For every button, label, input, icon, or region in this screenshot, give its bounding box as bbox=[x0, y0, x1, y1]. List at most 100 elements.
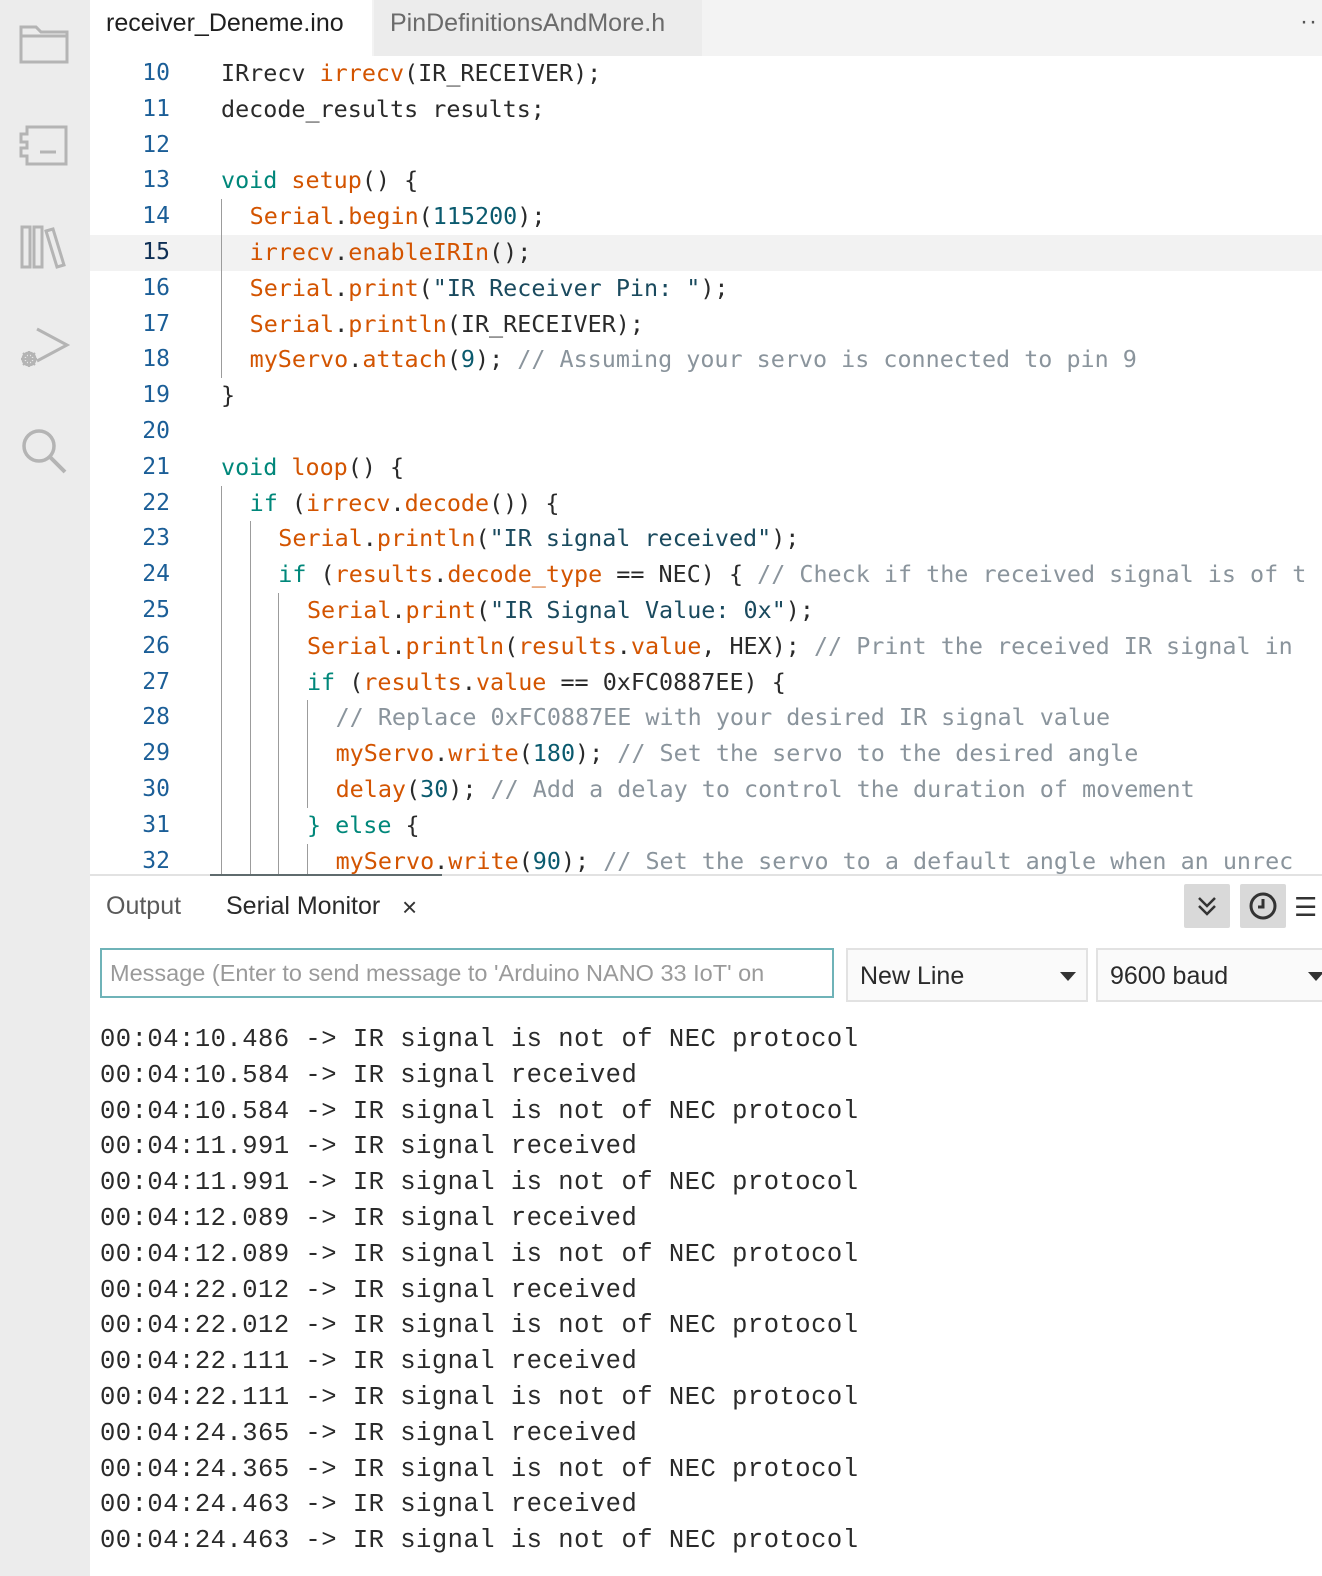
code-token: results bbox=[363, 667, 462, 696]
code-token: ( bbox=[418, 202, 433, 231]
indent-guide bbox=[221, 485, 222, 522]
code-line[interactable]: 24 if (results.decode_type == NEC) { // C… bbox=[90, 557, 1322, 594]
debug-icon[interactable] bbox=[17, 322, 71, 376]
code-line[interactable]: 11 decode_results results; bbox=[90, 92, 1322, 128]
code-token: . bbox=[391, 631, 406, 660]
code-token: 180 bbox=[532, 739, 576, 768]
code-line[interactable]: 32 myServo.write(90); // Set the servo to… bbox=[90, 843, 1322, 874]
code-token: () { bbox=[361, 166, 419, 195]
code-token: write bbox=[448, 739, 519, 768]
clock-icon bbox=[1249, 892, 1277, 920]
baud-rate-select[interactable]: 9600 baud bbox=[1096, 948, 1322, 1002]
indent-guide bbox=[278, 700, 280, 737]
code-line[interactable]: 16 Serial.print("IR Receiver Pin: "); bbox=[90, 270, 1322, 307]
code-editor[interactable]: 10 IRrecv irrecv(IR_RECEIVER); 11 decode_re… bbox=[90, 56, 1322, 874]
code-line[interactable]: 17 Serial.println(IR_RECEIVER); bbox=[90, 306, 1322, 343]
code-line[interactable]: 19} bbox=[90, 378, 1322, 414]
code-line[interactable]: 26 Serial.println(results.value, HEX); //… bbox=[90, 628, 1322, 665]
code-token: Serial bbox=[278, 524, 363, 553]
code-token: . bbox=[362, 524, 377, 553]
indent-guide bbox=[221, 772, 222, 808]
code-token: . bbox=[390, 488, 405, 517]
code-token: ); bbox=[700, 273, 729, 302]
indent-guide bbox=[249, 664, 251, 701]
code-token: Serial bbox=[249, 309, 335, 338]
code-token: . bbox=[434, 846, 449, 874]
indent-guide bbox=[278, 593, 280, 629]
code-token: () { bbox=[347, 452, 405, 481]
indent-guide bbox=[278, 664, 280, 701]
code-text: decode_results results; bbox=[221, 92, 545, 128]
tab-receiver-deneme[interactable]: receiver_Deneme.ino bbox=[90, 0, 372, 56]
code-text: IRrecv irrecv(IR_RECEIVER); bbox=[221, 56, 601, 92]
code-line[interactable]: 15 irrecv.enableIRIn(); bbox=[90, 235, 1322, 271]
close-serial-monitor-icon[interactable]: × bbox=[402, 894, 417, 920]
code-token: ( bbox=[418, 273, 433, 302]
indent-guide bbox=[221, 306, 222, 343]
code-token: ( bbox=[518, 846, 533, 874]
code-token: irrecv bbox=[319, 59, 405, 87]
code-token: ); bbox=[785, 596, 814, 624]
indent-guide bbox=[278, 628, 280, 665]
code-token: ); bbox=[475, 345, 518, 374]
code-line[interactable]: 29 myServo.write(180); // Set the servo t… bbox=[90, 736, 1322, 773]
code-line[interactable]: 23 Serial.println("IR signal received"); bbox=[90, 521, 1322, 558]
code-line[interactable]: 20 bbox=[90, 414, 1322, 450]
code-token: if bbox=[306, 667, 350, 696]
search-icon[interactable] bbox=[17, 424, 71, 478]
line-ending-select[interactable]: New Line bbox=[846, 948, 1088, 1002]
serial-message-input[interactable]: Message (Enter to send message to 'Ardui… bbox=[100, 948, 834, 998]
code-token: . bbox=[334, 238, 349, 266]
code-token: value bbox=[475, 667, 547, 696]
code-token: "IR signal received" bbox=[489, 524, 772, 553]
autoscroll-button[interactable] bbox=[1184, 884, 1230, 928]
more-actions-icon[interactable]: ·· bbox=[1300, 8, 1318, 36]
tab-serial-monitor[interactable]: Serial Monitor bbox=[226, 892, 380, 921]
line-number: 19 bbox=[142, 382, 170, 409]
code-token: irrecv bbox=[305, 488, 391, 517]
code-token: loop bbox=[291, 452, 348, 481]
indent-guide bbox=[221, 270, 222, 307]
code-line[interactable]: 30 delay(30); // Add a delay to control t… bbox=[90, 772, 1322, 808]
tab-pin-definitions[interactable]: PinDefinitionsAndMore.h bbox=[374, 0, 702, 56]
line-number: 12 bbox=[142, 131, 170, 158]
line-number: 23 bbox=[142, 525, 170, 552]
folder-icon[interactable] bbox=[17, 16, 71, 70]
indent-guide bbox=[221, 235, 222, 271]
indent-guide bbox=[249, 521, 251, 558]
code-line[interactable]: 10 IRrecv irrecv(IR_RECEIVER); bbox=[90, 56, 1322, 92]
code-token: // Print the received IR signal in bbox=[813, 631, 1293, 660]
code-token: begin bbox=[348, 202, 419, 231]
code-line[interactable]: 25 Serial.print("IR Signal Value: 0x"); bbox=[90, 593, 1322, 629]
line-ending-value: New Line bbox=[860, 962, 965, 990]
code-line[interactable]: 31} else { bbox=[90, 807, 1322, 844]
code-text: Serial.println(results.value, HEX); // P… bbox=[307, 629, 1293, 665]
tab-output[interactable]: Output bbox=[106, 892, 181, 921]
code-token: attach bbox=[362, 345, 447, 374]
code-token: ); bbox=[771, 524, 800, 553]
code-text: void setup() { bbox=[221, 163, 418, 199]
code-line[interactable]: 22 if (irrecv.decode()) { bbox=[90, 485, 1322, 522]
code-token: decode_type bbox=[447, 560, 603, 589]
code-token: . bbox=[348, 345, 363, 374]
code-token: == 0xFC0887EE) { bbox=[546, 667, 786, 696]
activity-bar bbox=[0, 0, 90, 1576]
code-line[interactable]: 27 if (results.value == 0xFC0887EE) { bbox=[90, 664, 1322, 701]
code-token: // Set the servo to the desired angle bbox=[617, 739, 1139, 768]
board-icon[interactable] bbox=[17, 118, 71, 172]
code-line[interactable]: 14 Serial.begin(115200); bbox=[90, 199, 1322, 236]
code-line[interactable]: 12 bbox=[90, 128, 1322, 164]
indent-guide bbox=[306, 700, 308, 737]
code-token: . bbox=[334, 202, 349, 231]
code-line[interactable]: 21 void loop() { bbox=[90, 450, 1322, 486]
code-line[interactable]: 18 myServo.attach(9); // Assuming your se… bbox=[90, 342, 1322, 379]
code-token: { bbox=[405, 810, 420, 839]
code-line[interactable]: 28 // Replace 0xFC0887EE with your desire… bbox=[90, 700, 1322, 737]
code-line[interactable]: 13 void setup() { bbox=[90, 163, 1322, 199]
library-icon[interactable] bbox=[17, 220, 71, 274]
serial-monitor-output: 00:04:10.486 -> IR signal is not of NEC … bbox=[100, 1022, 859, 1559]
timestamp-button[interactable] bbox=[1240, 884, 1286, 928]
panel-menu-icon[interactable]: ☰ bbox=[1294, 892, 1317, 923]
line-number: 30 bbox=[142, 776, 170, 802]
code-text: if (irrecv.decode()) { bbox=[250, 486, 560, 522]
